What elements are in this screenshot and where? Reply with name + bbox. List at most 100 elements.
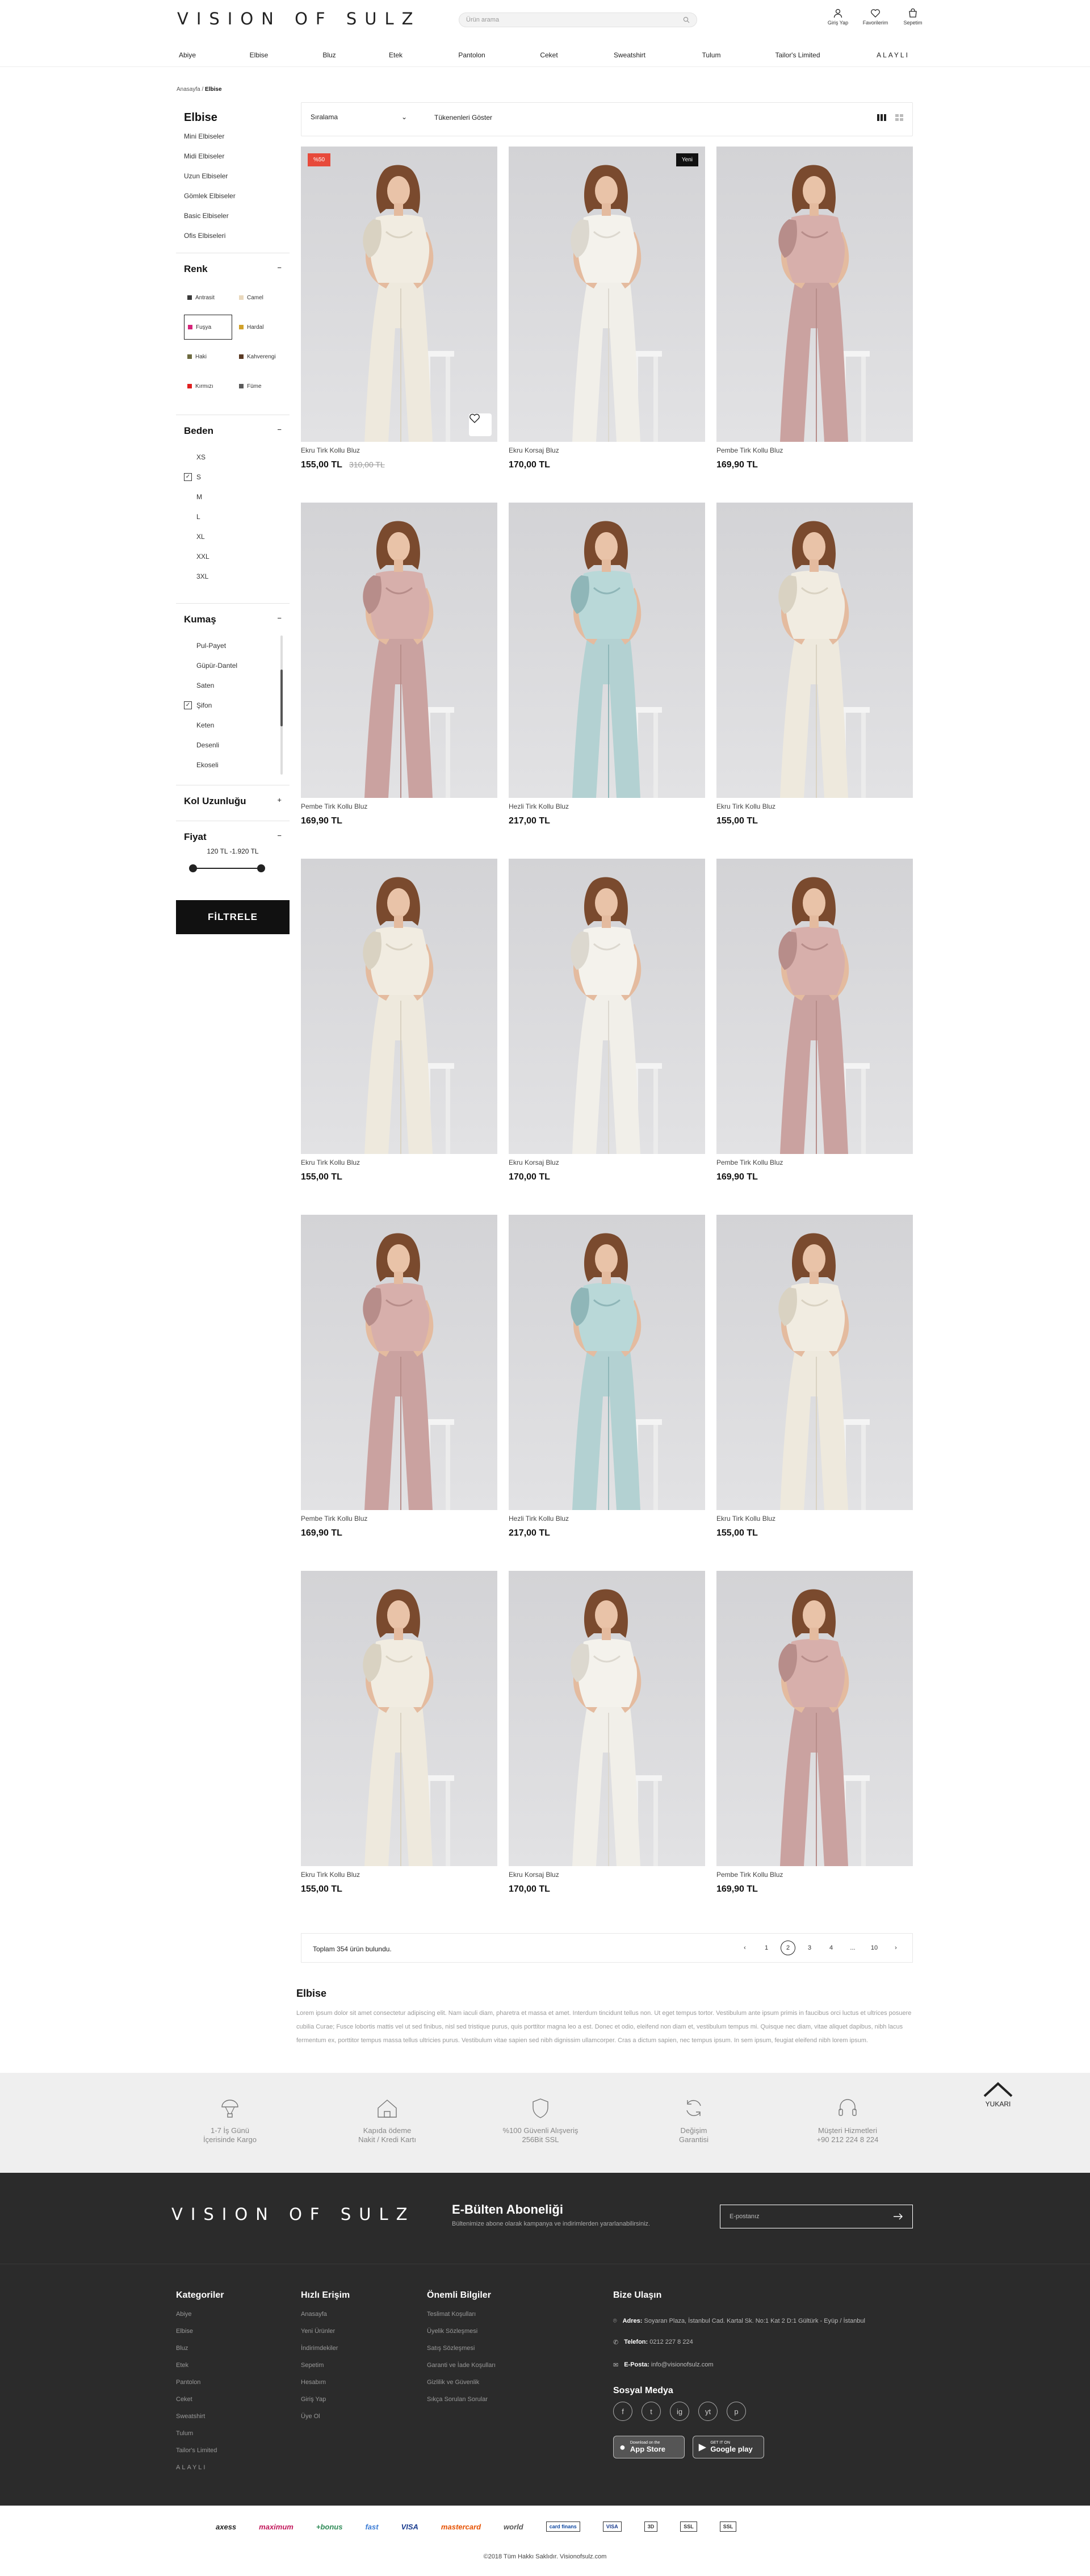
product-image[interactable]: Yeni xyxy=(509,147,705,442)
product-image[interactable]: %50 xyxy=(301,147,497,442)
footer-category-link[interactable]: Etek xyxy=(176,2362,224,2379)
footer-quick-link[interactable]: Üye Ol xyxy=(301,2413,350,2430)
product-card[interactable]: Pembe Tirk Kollu Bluz 169,90 TL xyxy=(716,859,913,1182)
page-number[interactable]: 1 xyxy=(759,1941,774,1955)
price-max-handle[interactable] xyxy=(257,864,265,872)
footer-category-link[interactable]: Ceket xyxy=(176,2396,224,2413)
nav-item-elbise[interactable]: Elbise xyxy=(250,51,269,59)
twitter-icon[interactable]: t xyxy=(642,2402,661,2421)
product-card[interactable]: Ekru Korsaj Bluz 170,00 TL xyxy=(509,1571,705,1895)
youtube-icon[interactable]: yt xyxy=(698,2402,718,2421)
page-number[interactable]: 10 xyxy=(867,1941,882,1955)
login-button[interactable]: Giriş Yap xyxy=(827,8,849,26)
footer-quick-link[interactable]: Yeni Ürünler xyxy=(301,2328,350,2345)
page-number[interactable]: 4 xyxy=(824,1941,839,1955)
product-image[interactable] xyxy=(301,1571,497,1866)
size-option[interactable]: ✓M xyxy=(176,487,290,507)
footer-quick-link[interactable]: Giriş Yap xyxy=(301,2396,350,2413)
grid-3-view-icon[interactable] xyxy=(877,114,886,121)
fabric-option[interactable]: ✓Saten xyxy=(176,675,290,695)
footer-category-link[interactable]: Tulum xyxy=(176,2430,224,2447)
product-image[interactable] xyxy=(716,859,913,1154)
price-min-handle[interactable] xyxy=(189,864,197,872)
breadcrumb-home[interactable]: Anasayfa xyxy=(177,86,200,93)
footer-phone[interactable]: ✆ Telefon: 0212 227 8 224 xyxy=(613,2331,865,2353)
checkbox-checked-icon[interactable]: ✓ xyxy=(184,472,192,481)
product-card[interactable]: Pembe Tirk Kollu Bluz 169,90 TL xyxy=(301,1215,497,1538)
footer-info-link[interactable]: Garanti ve İade Koşulları xyxy=(427,2362,496,2379)
footer-category-link[interactable]: Bluz xyxy=(176,2345,224,2362)
size-option[interactable]: ✓ S xyxy=(176,467,290,487)
product-image[interactable] xyxy=(716,147,913,442)
fabric-option[interactable]: ✓Desenli xyxy=(176,735,290,755)
size-option[interactable]: ✓XXL xyxy=(176,546,290,566)
collapse-icon[interactable]: − xyxy=(277,831,282,845)
checkbox-checked-icon[interactable]: ✓ xyxy=(184,701,192,709)
subcategory-link[interactable]: Gömlek Elbiseler xyxy=(184,192,290,212)
product-card[interactable]: Pembe Tirk Kollu Bluz 169,90 TL xyxy=(301,503,497,826)
footer-quick-link[interactable]: İndirimdekiler xyxy=(301,2345,350,2362)
nav-item-alayli[interactable]: ALAYLI xyxy=(877,51,909,59)
footer-info-link[interactable]: Teslimat Koşulları xyxy=(427,2311,496,2328)
product-card[interactable]: Pembe Tirk Kollu Bluz 169,90 TL xyxy=(716,1571,913,1895)
newsletter-email-input[interactable]: E-postanız xyxy=(720,2205,913,2228)
subcategory-link[interactable]: Uzun Elbiseler xyxy=(184,172,290,192)
footer-quick-link[interactable]: Anasayfa xyxy=(301,2311,350,2328)
nav-item-abiye[interactable]: Abiye xyxy=(179,51,196,59)
product-name[interactable]: Ekru Korsaj Bluz xyxy=(509,1159,705,1166)
footer-info-link[interactable]: Gizlilik ve Güvenlik xyxy=(427,2379,496,2396)
size-option[interactable]: ✓3XL xyxy=(176,566,290,586)
page-number[interactable]: 2 xyxy=(781,1941,795,1955)
footer-category-link[interactable]: Abiye xyxy=(176,2311,224,2328)
product-name[interactable]: Hezli Tirk Kollu Bluz xyxy=(509,802,705,810)
color-option[interactable]: Kırmızı xyxy=(184,374,232,399)
favorites-button[interactable]: Favorilerim xyxy=(863,8,888,26)
fabric-scrollbar[interactable] xyxy=(280,635,283,775)
product-name[interactable]: Ekru Tirk Kollu Bluz xyxy=(301,1159,497,1166)
expand-icon[interactable]: + xyxy=(277,796,282,817)
product-image[interactable] xyxy=(716,1571,913,1866)
product-name[interactable]: Ekru Tirk Kollu Bluz xyxy=(716,1515,913,1523)
footer-info-link[interactable]: Üyelik Sözleşmesi xyxy=(427,2328,496,2345)
product-card[interactable]: Ekru Tirk Kollu Bluz 155,00 TL xyxy=(716,1215,913,1538)
product-name[interactable]: Ekru Korsaj Bluz xyxy=(509,1871,705,1879)
product-name[interactable]: Pembe Tirk Kollu Bluz xyxy=(301,1515,497,1523)
collapse-icon[interactable]: − xyxy=(277,264,282,285)
product-name[interactable]: Hezli Tirk Kollu Bluz xyxy=(509,1515,705,1523)
color-filter-header[interactable]: Renk − xyxy=(176,253,290,285)
pinterest-icon[interactable]: p xyxy=(727,2402,746,2421)
product-card[interactable]: Yeni Ekru Korsaj Bluz 170,00 TL xyxy=(509,147,705,470)
color-option[interactable]: Antrasit xyxy=(184,285,232,310)
site-logo[interactable]: VISION OF SULZ xyxy=(177,9,421,28)
footer-quick-link[interactable]: Hesabım xyxy=(301,2379,350,2396)
product-card[interactable]: Hezli Tirk Kollu Bluz 217,00 TL xyxy=(509,1215,705,1538)
search-input[interactable]: Ürün arama xyxy=(459,12,697,27)
product-name[interactable]: Ekru Tirk Kollu Bluz xyxy=(301,446,497,454)
arrow-right-icon[interactable] xyxy=(893,2213,903,2220)
product-card[interactable]: %50 Ekru Tirk Kollu Bluz 155,00 TL 310,00 T… xyxy=(301,147,497,470)
footer-logo[interactable]: VISION OF SULZ xyxy=(171,2205,415,2224)
footer-category-link[interactable]: Tailor's Limited xyxy=(176,2447,224,2464)
sleeve-filter-header[interactable]: Kol Uzunluğu + xyxy=(176,785,290,817)
grid-4-view-icon[interactable] xyxy=(895,114,903,121)
product-image[interactable] xyxy=(509,1215,705,1510)
product-image[interactable] xyxy=(716,503,913,798)
product-image[interactable] xyxy=(716,1215,913,1510)
next-page-icon[interactable]: › xyxy=(888,1941,903,1955)
product-image[interactable] xyxy=(301,1215,497,1510)
page-number[interactable]: 3 xyxy=(802,1941,817,1955)
subcategory-link[interactable]: Basic Elbiseler xyxy=(184,212,290,232)
collapse-icon[interactable]: − xyxy=(277,614,282,635)
google-play-badge[interactable]: ▶ GET IT ON Google play xyxy=(693,2436,764,2458)
filter-button[interactable]: FİLTRELE xyxy=(176,900,290,934)
product-name[interactable]: Pembe Tirk Kollu Bluz xyxy=(716,446,913,454)
product-image[interactable] xyxy=(509,859,705,1154)
nav-item-tulum[interactable]: Tulum xyxy=(702,51,721,59)
fabric-option[interactable]: ✓Ekoseli xyxy=(176,755,290,775)
fabric-option[interactable]: ✓Güpür-Dantel xyxy=(176,655,290,675)
product-card[interactable]: Ekru Tirk Kollu Bluz 155,00 TL xyxy=(301,859,497,1182)
product-card[interactable]: Ekru Tirk Kollu Bluz 155,00 TL xyxy=(716,503,913,826)
cart-button[interactable]: Sepetim xyxy=(902,8,924,26)
nav-item-tailors[interactable]: Tailor's Limited xyxy=(775,51,820,59)
footer-category-link[interactable]: ALAYLI xyxy=(176,2464,224,2481)
